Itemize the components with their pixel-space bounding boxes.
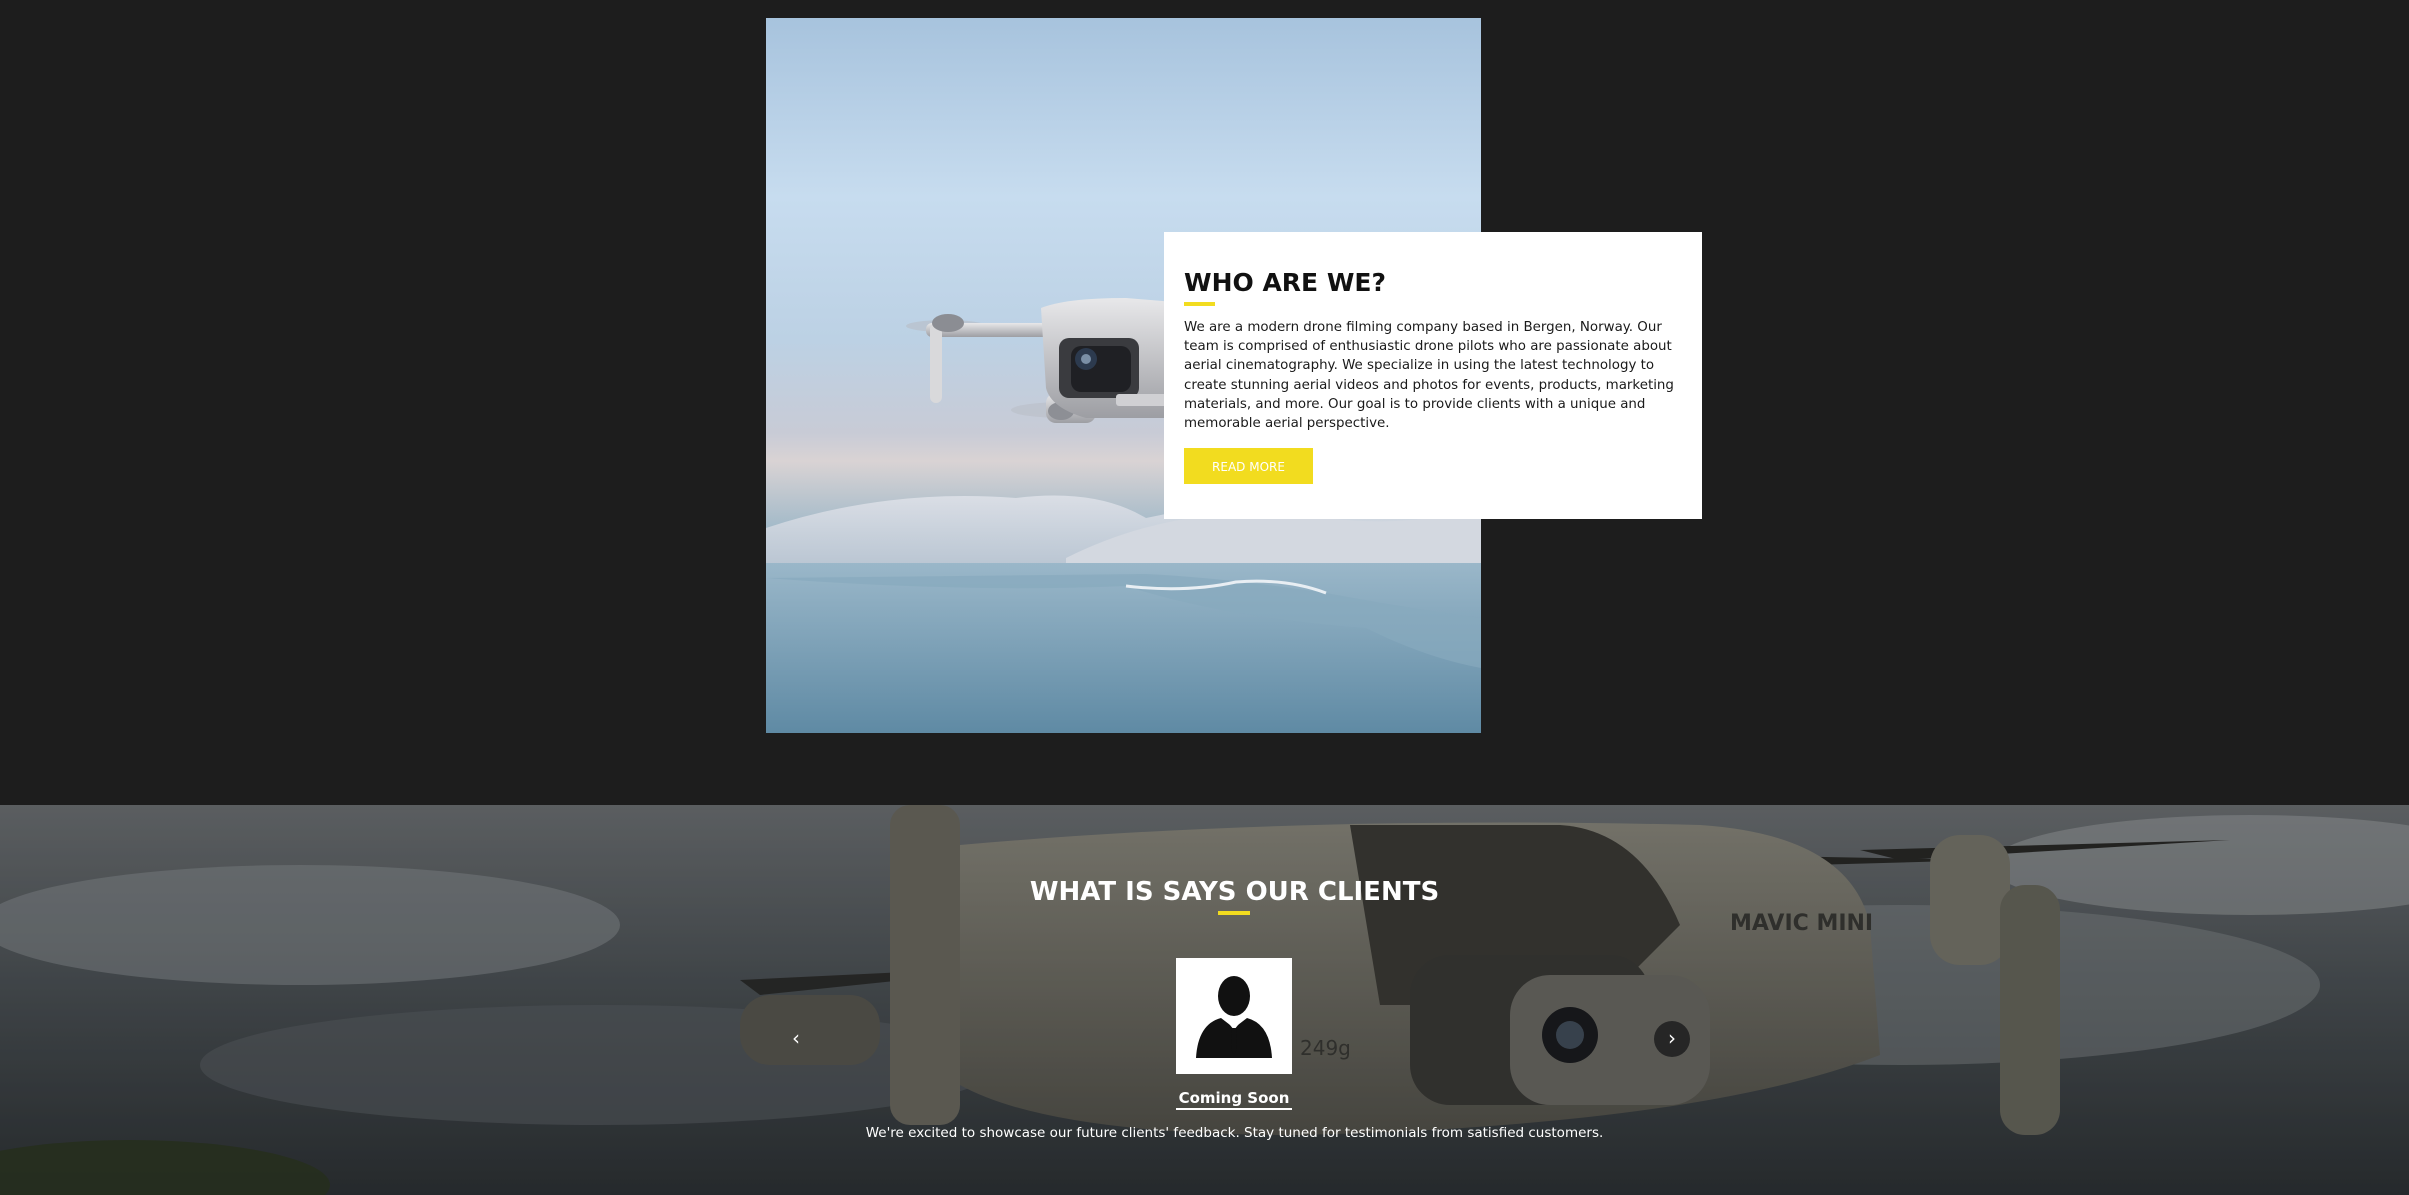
clients-title-underline (1218, 911, 1250, 915)
about-section: WHO ARE WE? We are a modern drone filmin… (0, 0, 2409, 805)
about-title-underline (1184, 302, 1215, 306)
testimonial-avatar (1176, 958, 1292, 1074)
chevron-left-icon[interactable]: ‹ (778, 1021, 814, 1057)
read-more-button[interactable]: READ MORE (1184, 448, 1313, 485)
about-title: WHO ARE WE? (1184, 268, 1386, 297)
about-description: We are a modern drone filming company ba… (1184, 320, 1674, 432)
clients-title: WHAT IS SAYS OUR CLIENTS (1029, 877, 1440, 907)
testimonial-text: We're excited to showcase our future cli… (865, 1125, 1604, 1141)
testimonial-name-underline (1176, 1108, 1292, 1110)
chevron-right-icon[interactable]: › (1654, 1021, 1690, 1057)
clients-section: MAVIC MINI 249g WHAT IS SAYS OUR CLIENTS… (0, 805, 2409, 1195)
person-silhouette-icon (1196, 976, 1272, 1058)
about-card: WHO ARE WE? We are a modern drone filmin… (1164, 232, 1702, 519)
testimonial-name: Coming Soon (1178, 1089, 1290, 1107)
